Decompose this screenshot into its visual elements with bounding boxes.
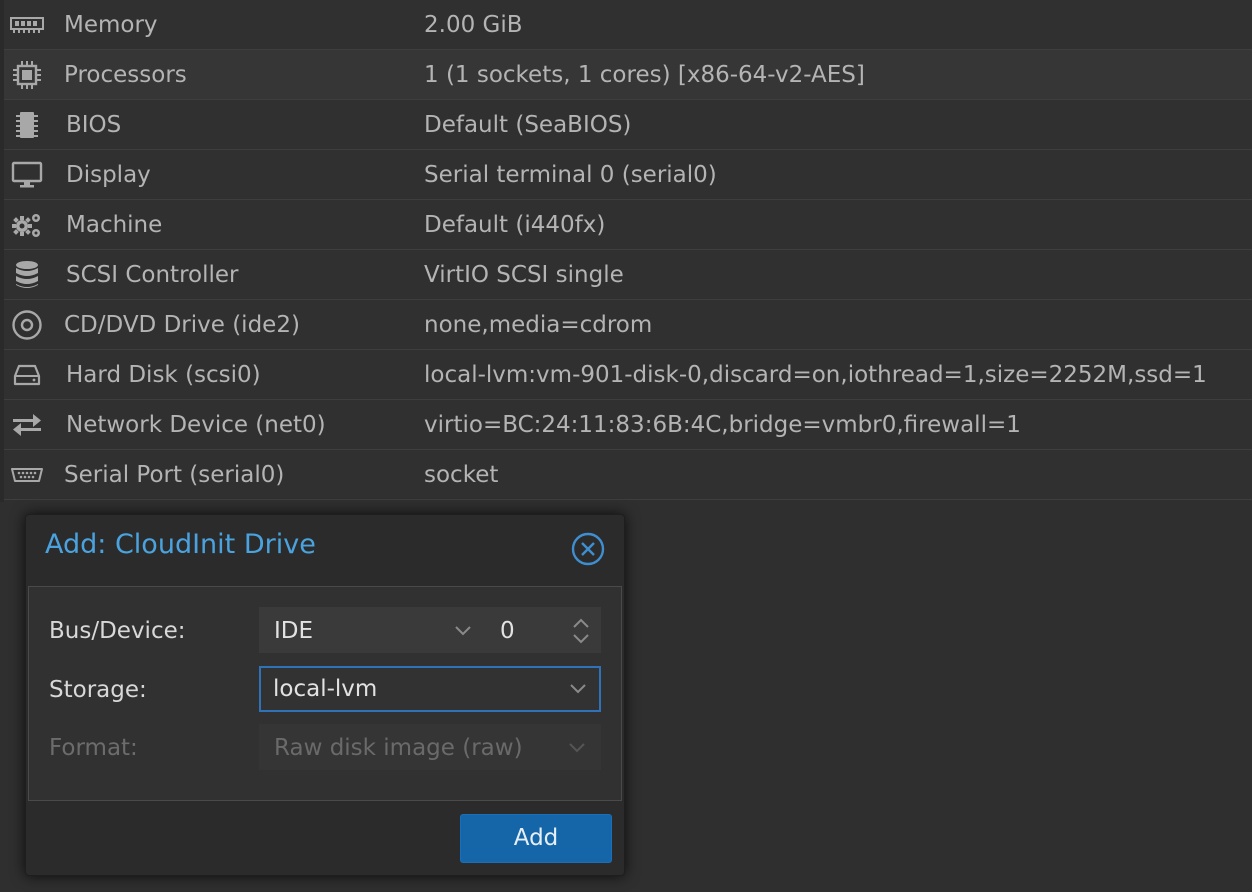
format-select: Raw disk image (raw) — [259, 724, 601, 770]
format-row: Format: Raw disk image (raw) — [29, 724, 621, 772]
device-number-stepper[interactable]: 0 — [485, 607, 601, 653]
hardware-row-processors[interactable]: Processors 1 (1 sockets, 1 cores) [x86-6… — [0, 50, 1252, 100]
dialog-title: Add: CloudInit Drive — [45, 529, 316, 560]
hardware-value: Serial terminal 0 (serial0) — [424, 162, 717, 188]
chevron-down-icon[interactable] — [563, 668, 593, 710]
storage-label: Storage: — [49, 677, 147, 703]
database-icon — [8, 261, 46, 288]
device-value: 0 — [500, 618, 515, 644]
hardware-value: VirtIO SCSI single — [424, 262, 624, 288]
hardware-name: BIOS — [66, 112, 122, 138]
gears-icon — [8, 212, 46, 238]
hardware-row-cdrom[interactable]: CD/DVD Drive (ide2) none,media=cdrom — [0, 300, 1252, 350]
hardware-grid: Memory 2.00 GiB Processors 1 (1 sockets,… — [0, 0, 1252, 500]
add-cloudinit-drive-dialog: Add: CloudInit Drive Bus/Device: IDE 0 S… — [25, 514, 625, 876]
bus-value: IDE — [274, 618, 314, 644]
close-icon[interactable] — [571, 532, 605, 566]
serial-port-icon — [8, 462, 46, 488]
dialog-form: Bus/Device: IDE 0 Storage: local-lvm For… — [28, 586, 622, 801]
hardware-name: Machine — [66, 212, 163, 238]
chevron-down-icon[interactable] — [448, 608, 478, 654]
storage-row: Storage: local-lvm — [29, 666, 621, 714]
bios-chip-icon — [8, 112, 46, 138]
hardware-name: CD/DVD Drive (ide2) — [64, 312, 300, 338]
hardware-value: none,media=cdrom — [424, 312, 653, 338]
monitor-icon — [8, 161, 46, 188]
hardware-row-serial-port[interactable]: Serial Port (serial0) socket — [0, 450, 1252, 500]
hardware-value: virtio=BC:24:11:83:6B:4C,bridge=vmbr0,fi… — [424, 412, 1021, 438]
hardware-name: Display — [66, 162, 151, 188]
hardware-row-scsi-controller[interactable]: SCSI Controller VirtIO SCSI single — [0, 250, 1252, 300]
processor-icon — [8, 61, 46, 89]
hardware-panel: Memory 2.00 GiB Processors 1 (1 sockets,… — [0, 0, 1252, 892]
hardware-name: Processors — [64, 62, 187, 88]
hard-disk-icon — [8, 362, 46, 388]
hardware-value: 1 (1 sockets, 1 cores) [x86-64-v2-AES] — [424, 62, 865, 88]
hardware-name: SCSI Controller — [66, 262, 239, 288]
storage-select[interactable]: local-lvm — [259, 666, 601, 712]
bus-device-label: Bus/Device: — [49, 618, 186, 644]
hardware-row-bios[interactable]: BIOS Default (SeaBIOS) — [0, 100, 1252, 150]
hardware-value: 2.00 GiB — [424, 12, 523, 38]
hardware-name: Memory — [64, 12, 158, 38]
hardware-row-machine[interactable]: Machine Default (i440fx) — [0, 200, 1252, 250]
dialog-header[interactable]: Add: CloudInit Drive — [26, 515, 624, 585]
exchange-arrows-icon — [8, 412, 46, 438]
hardware-row-memory[interactable]: Memory 2.00 GiB — [0, 0, 1252, 50]
hardware-name: Serial Port (serial0) — [64, 462, 285, 488]
chevron-down-icon — [562, 725, 592, 771]
hardware-row-display[interactable]: Display Serial terminal 0 (serial0) — [0, 150, 1252, 200]
cdrom-icon — [8, 310, 46, 340]
hardware-row-network[interactable]: Network Device (net0) virtio=BC:24:11:83… — [0, 400, 1252, 450]
format-value: Raw disk image (raw) — [274, 735, 523, 761]
hardware-value: local-lvm:vm-901-disk-0,discard=on,iothr… — [424, 362, 1207, 388]
hardware-row-hard-disk[interactable]: Hard Disk (scsi0) local-lvm:vm-901-disk-… — [0, 350, 1252, 400]
storage-value: local-lvm — [273, 676, 378, 702]
spinner-icon[interactable] — [566, 608, 596, 654]
bus-device-row: Bus/Device: IDE 0 — [29, 607, 621, 655]
memory-icon — [8, 12, 46, 38]
format-label: Format: — [49, 735, 138, 761]
hardware-value: Default (SeaBIOS) — [424, 112, 632, 138]
hardware-name: Network Device (net0) — [66, 412, 326, 438]
hardware-value: socket — [424, 462, 499, 488]
bus-select[interactable]: IDE — [259, 607, 485, 653]
grid-left-edge — [0, 0, 4, 502]
hardware-name: Hard Disk (scsi0) — [66, 362, 261, 388]
add-button[interactable]: Add — [460, 814, 612, 863]
hardware-value: Default (i440fx) — [424, 212, 606, 238]
